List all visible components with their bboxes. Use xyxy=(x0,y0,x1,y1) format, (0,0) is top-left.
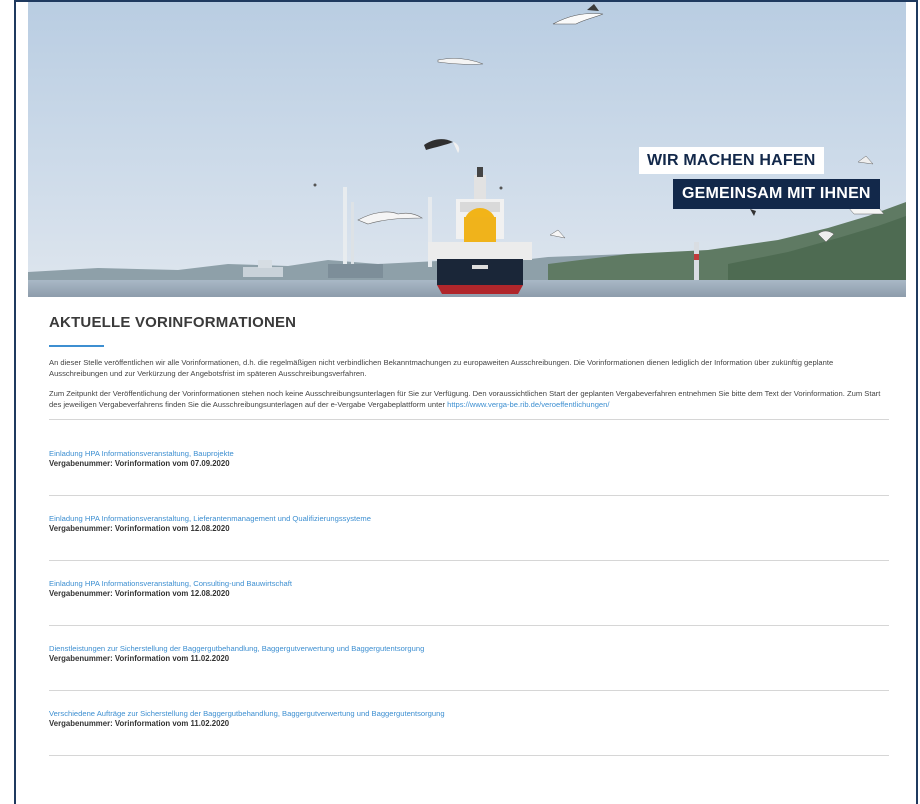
list-item: Dienstleistungen zur Sicherstellung der … xyxy=(49,626,889,691)
vergabe-platform-link[interactable]: https://www.verga-be.rib.de/veroeffentli… xyxy=(447,400,609,409)
intro-paragraph-1: An dieser Stelle veröffentlichen wir all… xyxy=(49,358,834,378)
announcement-meta: Vergabenummer: Vorinformation vom 11.02.… xyxy=(49,654,230,663)
announcement-meta: Vergabenummer: Vorinformation vom 12.08.… xyxy=(49,589,230,598)
section-divider xyxy=(49,419,889,420)
announcement-link[interactable]: Dienstleistungen zur Sicherstellung der … xyxy=(49,644,889,654)
announcement-meta: Vergabenummer: Vorinformation vom 12.08.… xyxy=(49,524,230,533)
announcement-meta: Vergabenummer: Vorinformation vom 11.02.… xyxy=(49,719,230,728)
intro-paragraph-2: Zum Zeitpunkt der Veröffentlichung der V… xyxy=(49,388,889,410)
announcement-list: Einladung HPA Informationsveranstaltung,… xyxy=(49,431,889,756)
announcement-link[interactable]: Einladung HPA Informationsveranstaltung,… xyxy=(49,579,889,589)
announcement-link[interactable]: Einladung HPA Informationsveranstaltung,… xyxy=(49,514,889,524)
list-item: Verschiedene Aufträge zur Sicherstellung… xyxy=(49,691,889,756)
main-content: AKTUELLE VORINFORMATIONEN An dieser Stel… xyxy=(49,314,889,756)
list-item: Einladung HPA Informationsveranstaltung,… xyxy=(49,496,889,561)
announcement-meta: Vergabenummer: Vorinformation vom 07.09.… xyxy=(49,459,230,468)
announcement-link[interactable]: Verschiedene Aufträge zur Sicherstellung… xyxy=(49,709,889,719)
hero-banner: WIR MACHEN HAFEN GEMEINSAM MIT IHNEN xyxy=(28,2,906,297)
title-underline xyxy=(49,345,104,347)
section-title: AKTUELLE VORINFORMATIONEN xyxy=(49,314,297,331)
list-item: Einladung HPA Informationsveranstaltung,… xyxy=(49,561,889,626)
hero-slogan-line2: GEMEINSAM MIT IHNEN xyxy=(673,179,880,209)
page-frame: WIR MACHEN HAFEN GEMEINSAM MIT IHNEN AKT… xyxy=(14,0,918,804)
hero-slogan-line1: WIR MACHEN HAFEN xyxy=(639,147,824,174)
list-item: Einladung HPA Informationsveranstaltung,… xyxy=(49,431,889,496)
announcement-link[interactable]: Einladung HPA Informationsveranstaltung,… xyxy=(49,449,889,459)
